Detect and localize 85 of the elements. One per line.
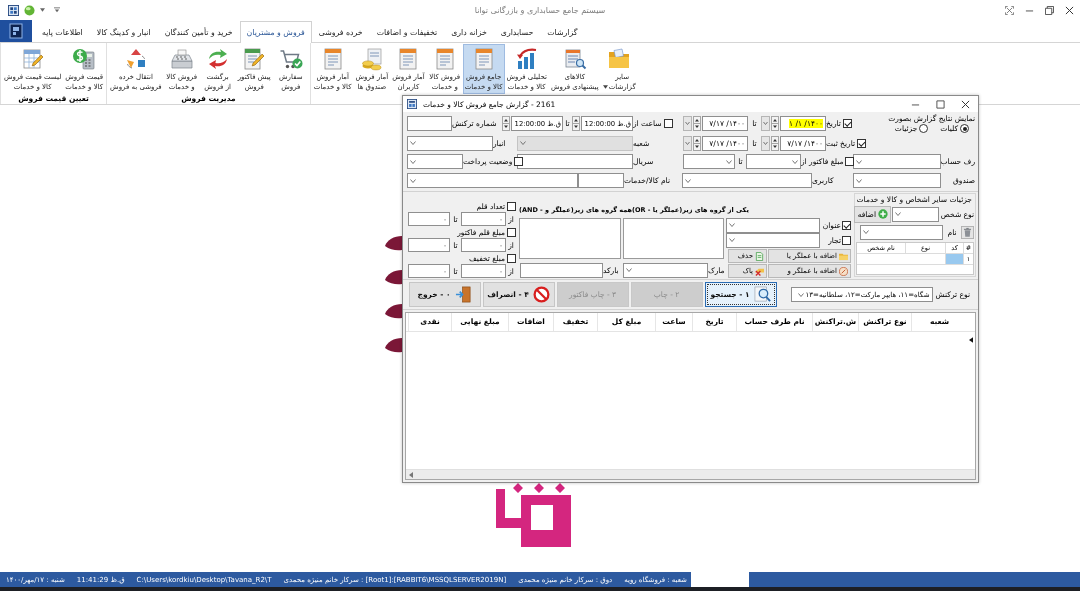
checkbox[interactable]: [514, 157, 524, 166]
chevron-icon: [410, 141, 416, 145]
dropdown-field[interactable]: [407, 173, 578, 188]
customize-icon[interactable]: [54, 7, 60, 13]
chevron-icon: [729, 223, 735, 227]
chevron-icon: [797, 292, 804, 297]
input-field[interactable]: [517, 154, 633, 169]
spinner-icon[interactable]: [693, 116, 701, 131]
spinner-icon[interactable]: [693, 135, 701, 151]
chevron-icon: [856, 178, 862, 183]
horizontal-scrollbar[interactable]: [406, 469, 975, 479]
chevron-icon: [410, 178, 416, 183]
restore-icon[interactable]: [1045, 5, 1054, 15]
chevron-icon: [626, 268, 632, 272]
trash-icon[interactable]: [961, 225, 974, 239]
checkbox[interactable]: [842, 119, 852, 128]
search-icon: [753, 286, 771, 303]
chevron-icon: [726, 159, 732, 164]
document-icon: [755, 251, 764, 261]
grid-cell[interactable]: [945, 254, 963, 264]
cart-check-icon: [278, 47, 303, 71]
list-box[interactable]: [622, 218, 724, 259]
door-icon: [454, 286, 472, 303]
caret-icon: [602, 85, 608, 89]
spinner-icon[interactable]: [771, 116, 779, 131]
chevron-icon: [410, 159, 416, 164]
row-indicator-icon: [969, 337, 973, 343]
radio-button[interactable]: [960, 124, 969, 133]
maximize-icon[interactable]: [936, 99, 945, 109]
chevron-icon: [863, 230, 869, 234]
dropdown-field[interactable]: [407, 154, 463, 169]
document-search-icon: [562, 47, 587, 71]
chevron-icon: [685, 178, 691, 183]
arrow-icon[interactable]: [409, 471, 413, 478]
number-field[interactable]: [683, 154, 735, 169]
dropdown-field[interactable]: [623, 262, 708, 278]
checkbox[interactable]: [842, 235, 851, 245]
dropdown-field[interactable]: [860, 224, 943, 240]
dropdown-field[interactable]: [853, 173, 941, 188]
number-field[interactable]: [746, 154, 801, 169]
close-icon[interactable]: [961, 99, 970, 109]
radio-button[interactable]: [919, 124, 929, 133]
cash-register-icon: [169, 47, 194, 71]
slashed-circle-icon: [839, 266, 848, 276]
checkbox[interactable]: [857, 138, 867, 148]
cross-icon: [755, 266, 764, 276]
dropdown-field[interactable]: [726, 217, 820, 233]
checkbox[interactable]: [507, 254, 516, 263]
window-icon: [407, 99, 417, 109]
chevron-icon: [729, 238, 735, 242]
chevron-icon: [856, 159, 862, 164]
dropdown-field[interactable]: [682, 173, 812, 188]
dropdown-field[interactable]: [892, 206, 939, 222]
dropdown-field[interactable]: [407, 135, 493, 151]
checkbox[interactable]: [842, 220, 851, 230]
window-title: سیستم جامع حسابداری و بازرگانی توانا: [474, 5, 606, 15]
input-field[interactable]: [520, 262, 603, 278]
document-pencil-icon: [242, 47, 267, 71]
checkbox[interactable]: [663, 119, 673, 128]
status-panel: [690, 572, 749, 587]
folder-icon: [839, 251, 848, 261]
spinner-icon[interactable]: [572, 116, 580, 131]
checkbox[interactable]: [507, 202, 516, 211]
spinner-icon[interactable]: [771, 135, 779, 151]
chevron-icon: [520, 141, 526, 145]
dollar-calculator-icon: [72, 47, 97, 71]
folder-icon: [607, 47, 632, 71]
checkbox[interactable]: [507, 228, 516, 237]
coins-icon: [359, 47, 384, 71]
input-field[interactable]: [578, 173, 624, 188]
sphere-icon[interactable]: [24, 4, 35, 16]
input-field[interactable]: [407, 116, 452, 131]
logo-icon[interactable]: [0, 20, 32, 42]
chevron-icon: [895, 212, 901, 216]
caret-icon[interactable]: [40, 8, 45, 12]
fullscreen-icon[interactable]: [1005, 5, 1014, 15]
spreadsheet-pencil-icon: [20, 47, 45, 71]
spinner-icon[interactable]: [502, 116, 510, 131]
plus-icon: [878, 209, 888, 219]
checkbox[interactable]: [845, 157, 855, 166]
app-icon[interactable]: [8, 4, 19, 16]
prohibited-icon: [532, 286, 550, 303]
chevron-icon: [792, 159, 798, 164]
close-icon[interactable]: [1065, 5, 1074, 15]
dropdown-field[interactable]: [853, 154, 941, 169]
